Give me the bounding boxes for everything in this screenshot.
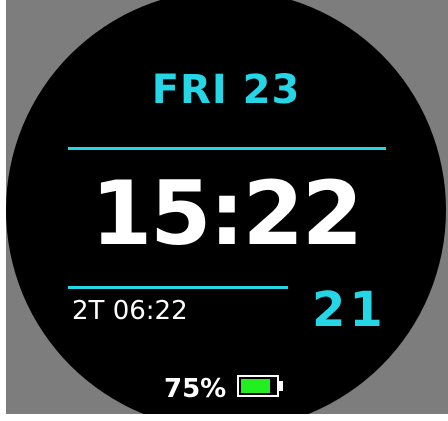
seconds-display: 21: [312, 282, 387, 338]
bottom-divider: [68, 286, 288, 289]
battery-level-fill: [241, 379, 270, 393]
watch-bezel: FRI 23 15:22 2T 06:22 21 75%: [6, 0, 448, 414]
battery-percent: 75%: [164, 374, 227, 404]
top-divider: [68, 147, 386, 150]
second-timezone: 2T 06:22: [72, 296, 188, 326]
date-label: FRI 23: [151, 67, 301, 113]
watch-dial: FRI 23 15:22 2T 06:22 21 75%: [6, 0, 446, 414]
battery-icon: [237, 375, 279, 397]
time-display: 15:22: [90, 162, 363, 265]
battery-tip: [279, 381, 283, 391]
watch-screen: FRI 23 15:22 2T 06:22 21 75%: [0, 0, 448, 421]
